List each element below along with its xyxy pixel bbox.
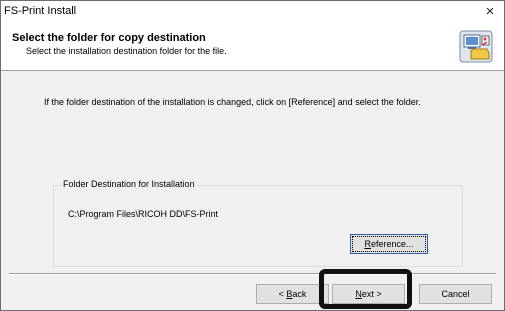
reference-label: eference... <box>370 239 414 249</box>
back-label: ack <box>292 289 307 299</box>
next-button[interactable]: Next > <box>332 284 405 304</box>
wizard-header: Select the folder for copy destination S… <box>1 23 504 71</box>
header-title: Select the folder for copy destination <box>12 32 206 44</box>
window-title: FS-Print Install <box>4 5 77 17</box>
install-path: C:\Program Files\RICOH DD\FS-Print <box>68 209 219 219</box>
reference-button-focus: Reference... <box>352 236 426 252</box>
instruction-text: If the folder destination of the install… <box>44 97 421 107</box>
header-subtitle: Select the installation destination fold… <box>26 46 227 56</box>
group-label: Folder Destination for Installation <box>61 179 197 189</box>
footer-separator <box>9 273 496 275</box>
cancel-button[interactable]: Cancel <box>419 284 492 304</box>
title-bar[interactable]: FS-Print Install × <box>1 1 504 23</box>
back-button[interactable]: < Back <box>256 284 329 304</box>
reference-button[interactable]: Reference... <box>350 234 428 254</box>
installer-folder-icon <box>459 30 493 63</box>
installer-window: FS-Print Install × Select the folder for… <box>0 0 505 311</box>
folder-destination-group: Folder Destination for Installation C:\P… <box>53 179 463 267</box>
close-icon[interactable]: × <box>479 2 501 22</box>
next-label: ext > <box>361 289 382 299</box>
